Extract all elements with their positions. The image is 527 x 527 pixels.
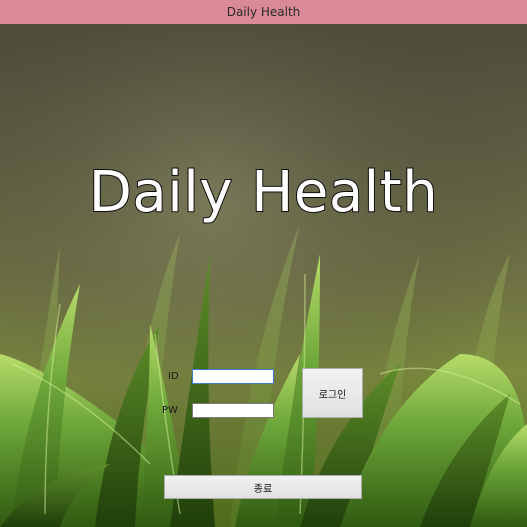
exit-button[interactable]: 종료: [164, 475, 362, 499]
pw-label: PW: [162, 405, 178, 416]
title-bar[interactable]: Daily Health: [0, 0, 527, 24]
grass-background-image: [0, 24, 527, 527]
password-input[interactable]: [192, 403, 274, 418]
login-button[interactable]: 로그인: [302, 368, 363, 418]
app-window: Daily Health Daily Health ID PW 로그인 종료: [0, 0, 527, 527]
id-input[interactable]: [192, 369, 274, 384]
window-title: Daily Health: [226, 5, 301, 19]
app-title-heading: Daily Health: [88, 159, 439, 226]
id-label: ID: [168, 371, 179, 382]
